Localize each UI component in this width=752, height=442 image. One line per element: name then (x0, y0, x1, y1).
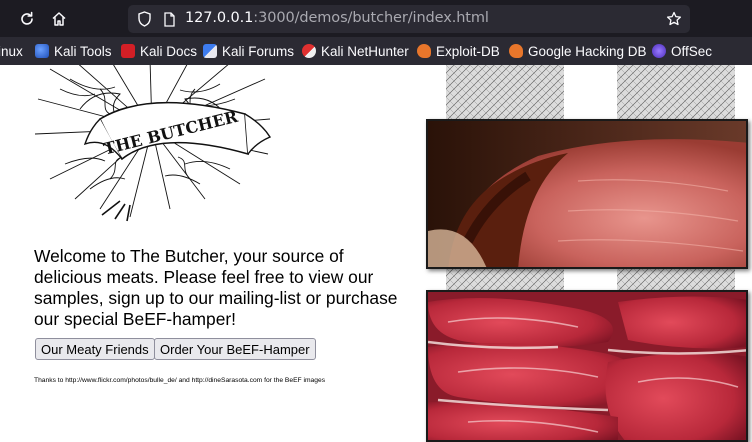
reload-button[interactable] (14, 6, 40, 32)
welcome-text: Welcome to The Butcher, your source of d… (34, 246, 398, 329)
bookmark-label: Google Hacking DB (528, 43, 647, 59)
image-credits-text: Thanks to http://www.flickr.com/photos/b… (34, 377, 326, 384)
bookmark-kali-docs[interactable]: Kali Docs (121, 41, 197, 61)
kali-tools-icon (35, 44, 49, 58)
kali-forums-icon (203, 44, 217, 58)
google-hacking-db-icon (509, 44, 523, 58)
bookmark-label: inux (0, 43, 23, 59)
texture-image (446, 268, 564, 290)
kali-docs-icon (121, 44, 135, 58)
offsec-icon (652, 44, 666, 58)
bookmark-google-hacking-db[interactable]: Google Hacking DB (509, 41, 647, 61)
bookmark-kali-linux[interactable]: inux (0, 41, 23, 61)
reload-icon (21, 11, 33, 25)
order-beef-hamper-button[interactable]: Order Your BeEF-Hamper (154, 338, 316, 360)
bookmark-kali-tools[interactable]: Kali Tools (35, 41, 112, 61)
exploit-db-icon (417, 44, 431, 58)
bookmark-label: OffSec (671, 43, 713, 59)
bookmarks-toolbar: inux Kali Tools Kali Docs Kali Forums Ka… (0, 37, 752, 65)
url-bar[interactable]: 127.0.0.1:3000/demos/butcher/index.html (128, 5, 690, 33)
bookmark-kali-nethunter[interactable]: Kali NetHunter (302, 41, 409, 61)
roast-beef-image (426, 119, 748, 269)
bookmark-offsec[interactable]: OffSec (652, 41, 712, 61)
bookmark-label: Exploit-DB (436, 43, 500, 59)
shield-icon[interactable] (137, 11, 152, 27)
url-host: 127.0.0.1 (185, 10, 254, 26)
kali-nethunter-icon (302, 44, 316, 58)
our-meaty-friends-button[interactable]: Our Meaty Friends (35, 338, 155, 360)
url-path: :3000/demos/butcher/index.html (253, 10, 489, 26)
bookmark-exploit-db[interactable]: Exploit-DB (417, 41, 500, 61)
texture-image (617, 268, 735, 290)
home-icon (52, 12, 66, 26)
bookmark-label: Kali Docs (140, 43, 198, 59)
bookmark-label: Kali NetHunter (321, 43, 409, 59)
browser-toolbar: 127.0.0.1:3000/demos/butcher/index.html (0, 0, 752, 37)
texture-image (617, 65, 735, 119)
home-button[interactable] (46, 6, 72, 32)
url-text[interactable]: 127.0.0.1:3000/demos/butcher/index.html (185, 10, 489, 26)
page-info-icon[interactable] (163, 12, 176, 27)
bookmark-star-icon[interactable] (666, 11, 682, 27)
raw-steaks-image (426, 290, 748, 442)
page-content: THE BUTCHER Welcome to The Butcher, your… (0, 65, 752, 442)
bookmark-kali-forums[interactable]: Kali Forums (203, 41, 294, 61)
texture-image (446, 65, 564, 119)
bookmark-label: Kali Forums (222, 43, 295, 59)
butcher-logo: THE BUTCHER (30, 65, 275, 224)
bookmark-label: Kali Tools (54, 43, 112, 59)
